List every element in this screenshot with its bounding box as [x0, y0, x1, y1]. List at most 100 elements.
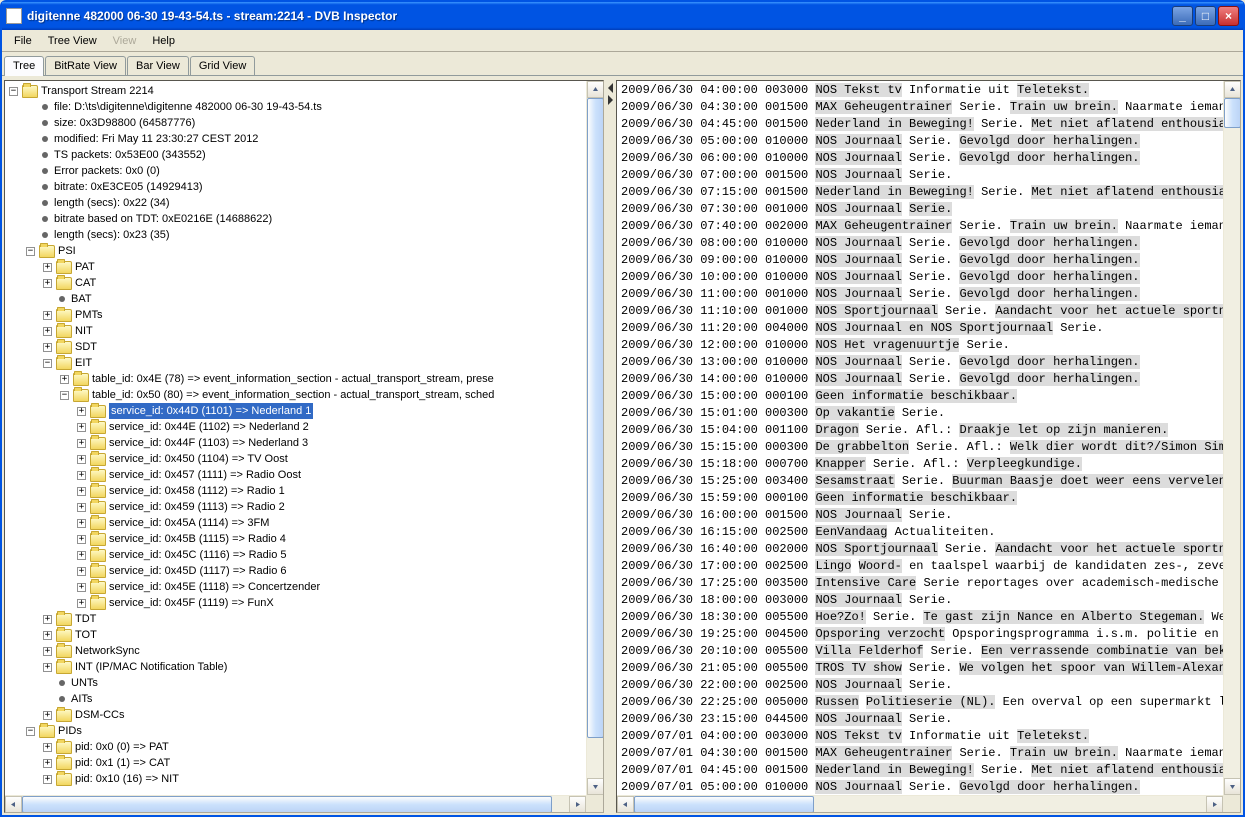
expand-toggle[interactable]: +	[43, 647, 52, 656]
scroll-down-button[interactable]	[587, 778, 604, 795]
tree-node[interactable]: +service_id: 0x44E (1102) => Nederland 2	[5, 419, 586, 435]
scroll-up-button[interactable]	[1224, 81, 1241, 98]
tree-node[interactable]: +service_id: 0x458 (1112) => Radio 1	[5, 483, 586, 499]
expand-toggle[interactable]: +	[43, 775, 52, 784]
event-row[interactable]: 2009/06/30 15:04:00 001100 Dragon Serie.…	[621, 422, 1219, 439]
event-row[interactable]: 2009/06/30 21:05:00 005500 TROS TV show …	[621, 660, 1219, 677]
event-row[interactable]: 2009/06/30 08:00:00 010000 NOS Journaal …	[621, 235, 1219, 252]
expand-toggle[interactable]: +	[77, 439, 86, 448]
tree-node[interactable]: bitrate based on TDT: 0xE0216E (14688622…	[5, 211, 586, 227]
event-row[interactable]: 2009/06/30 15:15:00 000300 De grabbelton…	[621, 439, 1219, 456]
event-row[interactable]: 2009/06/30 18:30:00 005500 Hoe?Zo! Serie…	[621, 609, 1219, 626]
event-row[interactable]: 2009/06/30 07:30:00 001000 NOS Journaal …	[621, 201, 1219, 218]
minimize-button[interactable]: _	[1172, 6, 1193, 26]
tree-label[interactable]: service_id: 0x450 (1104) => TV Oost	[109, 451, 288, 467]
expand-toggle[interactable]: +	[43, 343, 52, 352]
tree-node[interactable]: +service_id: 0x45F (1119) => FunX	[5, 595, 586, 611]
menu-file[interactable]: File	[6, 33, 40, 49]
tree-node[interactable]: TS packets: 0x53E00 (343552)	[5, 147, 586, 163]
tree-node[interactable]: +TOT	[5, 627, 586, 643]
expand-toggle[interactable]: +	[43, 711, 52, 720]
hscroll-thumb[interactable]	[22, 796, 552, 813]
details-hscrollbar[interactable]	[617, 795, 1223, 812]
tree-label[interactable]: PIDs	[58, 723, 82, 739]
tree-label[interactable]: AITs	[71, 691, 92, 707]
details-view[interactable]: 2009/06/30 04:00:00 003000 NOS Tekst tv …	[617, 81, 1223, 795]
tree-label[interactable]: modified: Fri May 11 23:30:27 CEST 2012	[54, 131, 258, 147]
expand-toggle[interactable]: +	[43, 263, 52, 272]
tree-label[interactable]: service_id: 0x45C (1116) => Radio 5	[109, 547, 287, 563]
tree-node[interactable]: +service_id: 0x45B (1115) => Radio 4	[5, 531, 586, 547]
expand-toggle[interactable]: +	[43, 631, 52, 640]
tree-node[interactable]: + pid: 0x1 (1) => CAT	[5, 755, 586, 771]
tree-node[interactable]: +NetworkSync	[5, 643, 586, 659]
event-row[interactable]: 2009/06/30 11:00:00 001000 NOS Journaal …	[621, 286, 1219, 303]
details-vscrollbar[interactable]	[1223, 81, 1240, 795]
menu-treeview[interactable]: Tree View	[40, 33, 105, 49]
tree-label[interactable]: Transport Stream 2214	[41, 83, 154, 99]
splitter[interactable]	[606, 80, 614, 813]
tab-bar[interactable]: Bar View	[127, 56, 189, 75]
tree-node[interactable]: +INT (IP/MAC Notification Table)	[5, 659, 586, 675]
scroll-left-button[interactable]	[617, 796, 634, 813]
tree-node[interactable]: +service_id: 0x45D (1117) => Radio 6	[5, 563, 586, 579]
expand-toggle[interactable]: +	[77, 503, 86, 512]
tree-node[interactable]: file: D:\ts\digitenne\digitenne 482000 0…	[5, 99, 586, 115]
tree-vscrollbar[interactable]	[586, 81, 603, 795]
tree-label[interactable]: SDT	[75, 339, 97, 355]
tree-node[interactable]: +service_id: 0x45A (1114) => 3FM	[5, 515, 586, 531]
scroll-up-button[interactable]	[587, 81, 604, 98]
event-row[interactable]: 2009/06/30 11:20:00 004000 NOS Journaal …	[621, 320, 1219, 337]
event-row[interactable]: 2009/06/30 15:00:00 000100 Geen informat…	[621, 388, 1219, 405]
event-row[interactable]: 2009/06/30 22:25:00 005000 Russen Politi…	[621, 694, 1219, 711]
expand-toggle[interactable]: +	[77, 471, 86, 480]
event-row[interactable]: 2009/06/30 20:10:00 005500 Villa Felderh…	[621, 643, 1219, 660]
tree-label[interactable]: PSI	[58, 243, 76, 259]
expand-toggle[interactable]: +	[43, 615, 52, 624]
tree-node[interactable]: + service_id: 0x459 (1113) => Radio 2	[5, 499, 586, 515]
expand-toggle[interactable]: +	[43, 327, 52, 336]
tree-node[interactable]: −EIT	[5, 355, 586, 371]
tree-node[interactable]: + TDT	[5, 611, 586, 627]
tree-node[interactable]: − PSI	[5, 243, 586, 259]
tree-node[interactable]: BAT	[5, 291, 586, 307]
event-row[interactable]: 2009/06/30 07:15:00 001500 Nederland in …	[621, 184, 1219, 201]
tree-node[interactable]: +service_id: 0x44D (1101) => Nederland 1	[5, 403, 586, 419]
tree-label[interactable]: INT (IP/MAC Notification Table)	[75, 659, 227, 675]
tree-label[interactable]: service_id: 0x459 (1113) => Radio 2	[109, 499, 285, 515]
tree-node[interactable]: −Transport Stream 2214	[5, 83, 586, 99]
tab-grid[interactable]: Grid View	[190, 56, 255, 75]
tree-label[interactable]: service_id: 0x44D (1101) => Nederland 1	[109, 403, 313, 419]
event-row[interactable]: 2009/06/30 17:25:00 003500 Intensive Car…	[621, 575, 1219, 592]
tree-label[interactable]: Error packets: 0x0 (0)	[54, 163, 160, 179]
event-row[interactable]: 2009/06/30 11:10:00 001000 NOS Sportjour…	[621, 303, 1219, 320]
event-row[interactable]: 2009/06/30 09:00:00 010000 NOS Journaal …	[621, 252, 1219, 269]
expand-toggle[interactable]: +	[77, 535, 86, 544]
tree-node[interactable]: +pid: 0x10 (16) => NIT	[5, 771, 586, 787]
tree-label[interactable]: TDT	[75, 611, 96, 627]
tree-label[interactable]: service_id: 0x44E (1102) => Nederland 2	[109, 419, 309, 435]
tree-label[interactable]: pid: 0x1 (1) => CAT	[75, 755, 170, 771]
event-row[interactable]: 2009/06/30 22:00:00 002500 NOS Journaal …	[621, 677, 1219, 694]
tree-label[interactable]: TS packets: 0x53E00 (343552)	[54, 147, 206, 163]
event-row[interactable]: 2009/06/30 15:59:00 000100 Geen informat…	[621, 490, 1219, 507]
event-row[interactable]: 2009/06/30 07:00:00 001500 NOS Journaal …	[621, 167, 1219, 184]
tree-label[interactable]: NIT	[75, 323, 93, 339]
event-row[interactable]: 2009/07/01 05:00:00 010000 NOS Journaal …	[621, 779, 1219, 795]
event-row[interactable]: 2009/06/30 14:00:00 010000 NOS Journaal …	[621, 371, 1219, 388]
expand-toggle[interactable]: −	[26, 247, 35, 256]
tree-node[interactable]: −table_id: 0x50 (80) => event_informatio…	[5, 387, 586, 403]
tree-node[interactable]: length (secs): 0x23 (35)	[5, 227, 586, 243]
tree-label[interactable]: PAT	[75, 259, 95, 275]
expand-toggle[interactable]: +	[43, 759, 52, 768]
event-row[interactable]: 2009/07/01 04:00:00 003000 NOS Tekst tv …	[621, 728, 1219, 745]
tree-label[interactable]: bitrate based on TDT: 0xE0216E (14688622…	[54, 211, 272, 227]
expand-toggle[interactable]: −	[26, 727, 35, 736]
event-row[interactable]: 2009/06/30 04:00:00 003000 NOS Tekst tv …	[621, 82, 1219, 99]
tree-node[interactable]: +service_id: 0x457 (1111) => Radio Oost	[5, 467, 586, 483]
vscroll-thumb[interactable]	[1224, 98, 1241, 128]
tree-label[interactable]: pid: 0x0 (0) => PAT	[75, 739, 169, 755]
tree-node[interactable]: +table_id: 0x4E (78) => event_informatio…	[5, 371, 586, 387]
tree-node[interactable]: +service_id: 0x44F (1103) => Nederland 3	[5, 435, 586, 451]
tree-node[interactable]: + PAT	[5, 259, 586, 275]
